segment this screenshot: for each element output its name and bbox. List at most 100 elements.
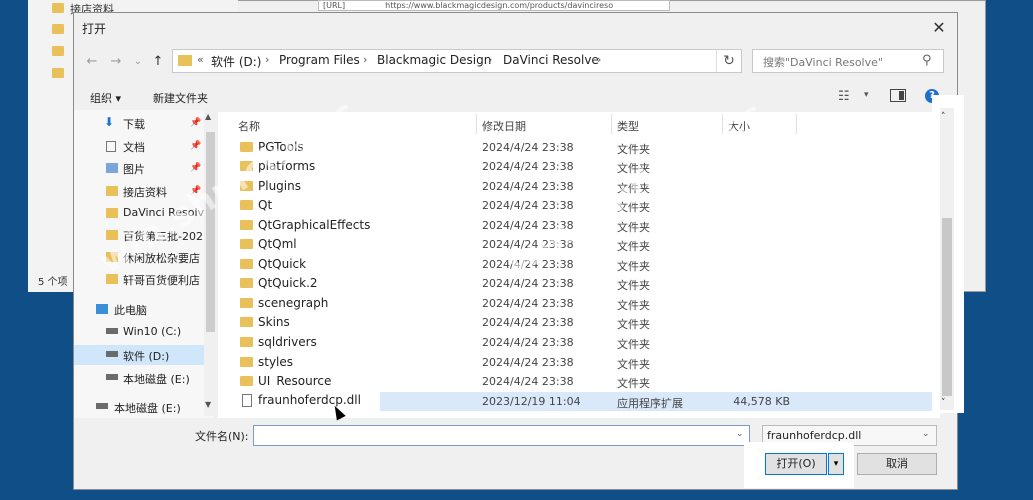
folder-icon — [240, 259, 253, 269]
column-header-type[interactable]: 类型 — [617, 118, 639, 134]
file-name: Skins — [258, 315, 290, 329]
file-type: 文件夹 — [617, 279, 650, 292]
search-input[interactable]: 搜索"DaVinci Resolve" — [752, 49, 944, 73]
dll-file-icon — [242, 394, 252, 407]
chevron-down-icon[interactable]: ⌄ — [736, 429, 744, 439]
breadcrumb-blackmagic-design[interactable]: Blackmagic Design — [377, 53, 491, 67]
scroll-up-arrow-icon[interactable]: ▲ — [205, 112, 211, 121]
file-type: 文件夹 — [617, 143, 650, 156]
file-date: 2024/4/24 23:38 — [482, 297, 574, 310]
search-icon[interactable]: ⚲ — [922, 53, 932, 68]
scroll-up-arrow-icon[interactable]: ˄ — [941, 112, 946, 122]
table-row[interactable]: QtQuick 2024/4/24 23:38 文件夹 — [220, 255, 935, 274]
chevron-down-icon[interactable]: ⌄ — [922, 429, 930, 439]
file-date: 2024/4/24 23:38 — [482, 316, 574, 329]
view-options-icon[interactable]: ☷ — [838, 89, 850, 104]
column-header-date[interactable]: 修改日期 — [482, 118, 526, 134]
new-folder-button[interactable]: 新建文件夹 — [153, 90, 208, 106]
file-size: 44,578 KB — [733, 395, 790, 408]
file-name: styles — [258, 355, 294, 369]
view-dropdown-chevron-icon[interactable]: ▾ — [864, 90, 869, 100]
nav-item-drive-e[interactable]: 本地磁盘 (E:) — [123, 371, 190, 387]
breadcrumb-separator[interactable]: › — [265, 53, 269, 66]
nav-item-drive-e-network[interactable]: 本地磁盘 (E:) — [114, 400, 181, 416]
filename-input[interactable] — [253, 425, 750, 446]
folder-icon — [240, 317, 253, 327]
scroll-down-arrow-icon[interactable]: ˅ — [941, 398, 946, 408]
open-button[interactable]: 打开(O) — [765, 453, 827, 475]
folder-icon — [106, 186, 118, 196]
file-date: 2024/4/24 23:38 — [482, 180, 574, 193]
file-date: 2024/4/24 23:38 — [482, 336, 574, 349]
file-name: Qt — [258, 198, 273, 212]
file-type: 文件夹 — [617, 358, 650, 371]
pictures-icon — [106, 163, 118, 173]
column-header-name[interactable]: 名称 — [238, 118, 260, 134]
table-row[interactable]: Plugins 2024/4/24 23:38 文件夹 — [220, 177, 935, 196]
table-row[interactable]: styles 2024/4/24 23:38 文件夹 — [220, 353, 935, 372]
file-date: 2024/4/24 23:38 — [482, 356, 574, 369]
breadcrumb-overflow[interactable]: « — [197, 53, 204, 66]
file-type: 文件夹 — [617, 299, 650, 312]
column-separator[interactable] — [796, 114, 797, 134]
close-icon[interactable]: ✕ — [928, 18, 950, 38]
breadcrumb-separator[interactable]: › — [597, 53, 601, 66]
cancel-button[interactable]: 取消 — [857, 453, 937, 475]
folder-icon — [52, 3, 64, 13]
folder-icon — [240, 376, 253, 386]
scroll-down-arrow-icon[interactable]: ▼ — [205, 400, 211, 409]
folder-icon — [240, 337, 253, 347]
refresh-icon[interactable]: ↻ — [716, 50, 741, 72]
nav-item-documents[interactable]: 文档 — [123, 139, 145, 155]
nav-item-convenience-store[interactable]: 轩哥百货便利店 — [123, 272, 200, 288]
file-type: 文件夹 — [617, 260, 650, 273]
folder-icon — [240, 357, 253, 367]
breadcrumb-separator[interactable]: › — [488, 53, 492, 66]
nav-item-store-docs[interactable]: 接店资料 — [123, 184, 167, 200]
table-row[interactable]: sqldrivers 2024/4/24 23:38 文件夹 — [220, 333, 935, 352]
drive-icon — [106, 328, 118, 334]
download-icon: ⬇ — [104, 115, 115, 129]
file-date: 2024/4/24 23:38 — [482, 141, 574, 154]
file-list-scrollbar-thumb[interactable] — [942, 218, 952, 396]
file-name: sqldrivers — [258, 335, 317, 349]
drive-icon — [106, 374, 118, 380]
organize-menu-button[interactable]: 组织 ▾ — [90, 90, 121, 106]
nav-item-drive-d[interactable]: 软件 (D:) — [123, 348, 169, 364]
file-type: 文件夹 — [617, 318, 650, 331]
background-status-count: 5 个项 — [38, 277, 68, 288]
pin-icon: 📌 — [190, 163, 202, 173]
pin-icon: 📌 — [190, 141, 202, 151]
folder-icon — [240, 278, 253, 288]
preview-pane-icon[interactable] — [890, 89, 906, 102]
dll-file-name[interactable]: fraunhoferdcp.dll — [258, 393, 361, 407]
breadcrumb-davinci-resolve[interactable]: DaVinci Resolve — [503, 53, 599, 67]
column-separator[interactable] — [611, 114, 612, 134]
drive-icon — [106, 351, 118, 357]
breadcrumb-drive[interactable]: 软件 (D:) — [211, 53, 261, 70]
back-arrow-icon[interactable]: ← — [84, 54, 100, 70]
nav-item-drive-c[interactable]: Win10 (C:) — [123, 325, 181, 338]
background-url-field: [URL] https://www.blackmagicdesign.com/pr… — [318, 0, 670, 11]
table-row[interactable]: QtQuick.2 2024/4/24 23:38 文件夹 — [220, 274, 935, 293]
folder-icon — [52, 24, 64, 34]
file-date: 2024/4/24 23:38 — [482, 199, 574, 212]
breadcrumb-separator[interactable]: › — [363, 53, 367, 66]
forward-arrow-icon[interactable]: → — [108, 54, 124, 70]
nav-item-pictures[interactable]: 图片 — [123, 161, 145, 177]
recent-locations-chevron-icon[interactable]: ⌄ — [130, 54, 146, 70]
nav-scrollbar-thumb[interactable] — [206, 132, 215, 332]
table-row[interactable]: scenegraph 2024/4/24 23:38 文件夹 — [220, 294, 935, 313]
file-date: 2024/4/24 23:38 — [482, 375, 574, 388]
table-row[interactable]: Skins 2024/4/24 23:38 文件夹 — [220, 313, 935, 332]
nav-item-this-pc[interactable]: 此电脑 — [114, 302, 147, 318]
dialog-title: 打开 — [82, 22, 107, 36]
column-separator[interactable] — [476, 114, 477, 134]
table-row[interactable]: platforms 2024/4/24 23:38 文件夹 — [220, 157, 935, 176]
breadcrumb-program-files[interactable]: Program Files — [279, 53, 360, 67]
file-name: QtQuick.2 — [258, 276, 318, 290]
open-options-dropdown-button[interactable]: ▾ — [828, 453, 844, 475]
nav-item-downloads[interactable]: 下载 — [123, 116, 145, 132]
up-arrow-icon[interactable]: ↑ — [150, 54, 166, 70]
folder-icon — [106, 208, 118, 218]
